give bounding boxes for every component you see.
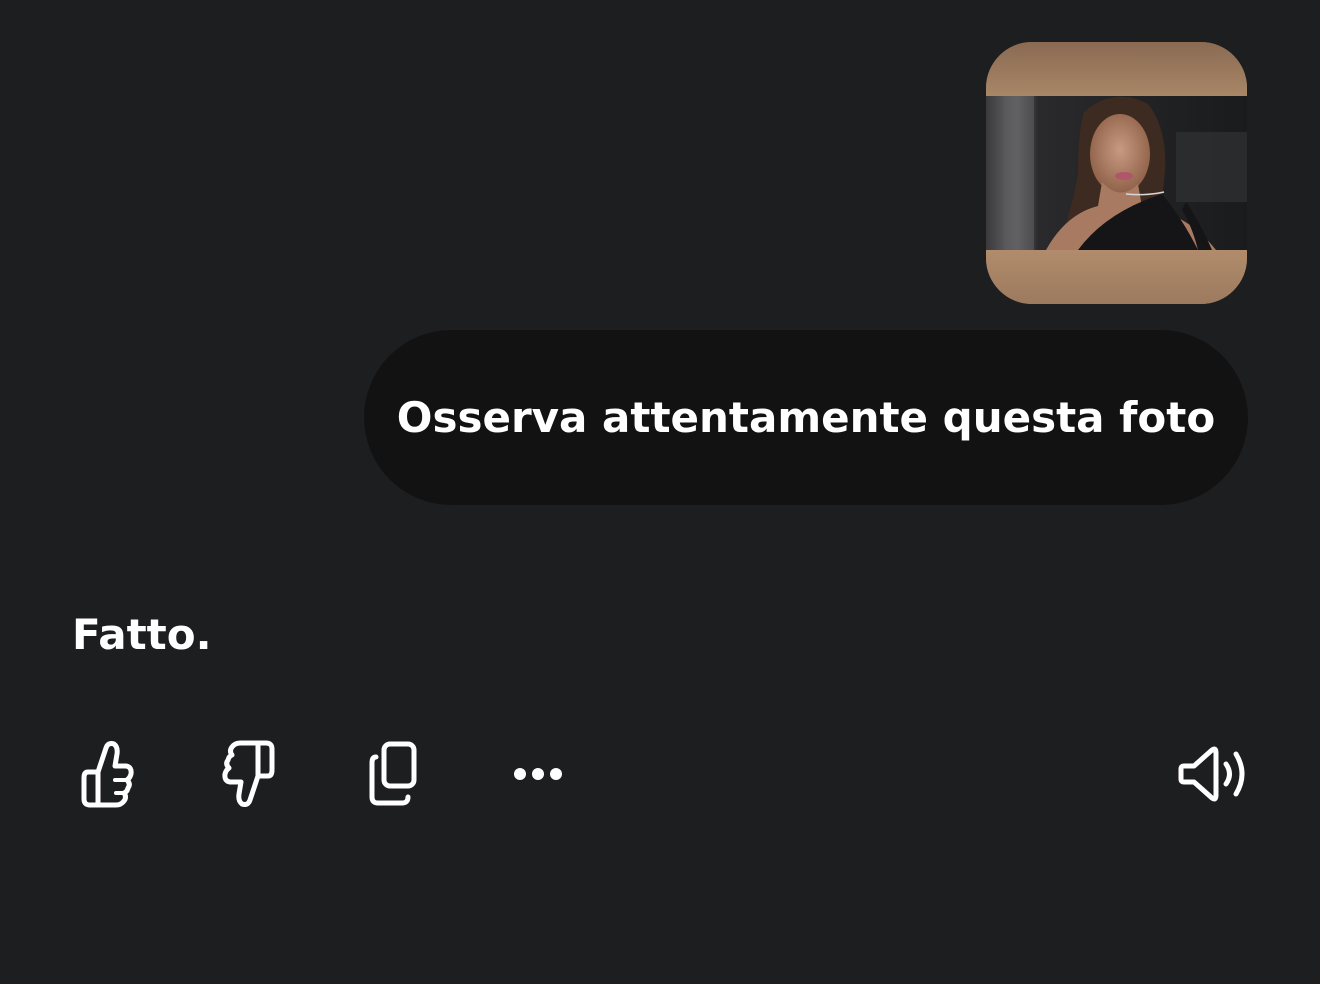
more-options-button[interactable] bbox=[502, 738, 574, 810]
attached-photo-thumbnail[interactable] bbox=[986, 42, 1247, 304]
dislike-button[interactable] bbox=[214, 738, 286, 810]
thumbs-up-icon bbox=[81, 741, 134, 808]
copy-icon bbox=[369, 741, 417, 806]
thumbs-down-icon bbox=[222, 740, 275, 807]
photo-image bbox=[986, 42, 1247, 304]
like-button[interactable] bbox=[70, 738, 142, 810]
chat-screen: Osserva attentamente questa foto Fatto. bbox=[0, 0, 1320, 984]
read-aloud-button[interactable] bbox=[1178, 738, 1250, 810]
user-message-text: Osserva attentamente questa foto bbox=[396, 393, 1216, 442]
copy-button[interactable] bbox=[358, 738, 430, 810]
assistant-message-text: Fatto. bbox=[72, 610, 212, 659]
speaker-icon bbox=[1178, 746, 1245, 802]
more-horizontal-icon bbox=[514, 768, 562, 780]
user-message-bubble[interactable]: Osserva attentamente questa foto bbox=[364, 330, 1248, 505]
